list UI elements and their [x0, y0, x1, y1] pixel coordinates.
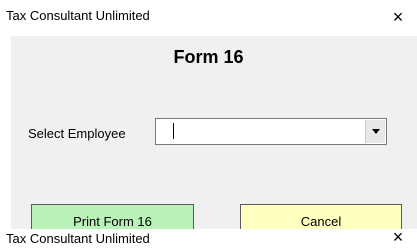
- form16-dialog: Tax Consultant Unlimited × Form 16 Selec…: [0, 0, 417, 230]
- close-icon[interactable]: ×: [385, 5, 411, 29]
- title-bar: Tax Consultant Unlimited ×: [0, 0, 417, 34]
- form-title: Form 16: [173, 47, 244, 67]
- second-window-title-bar: Tax Consultant Unlimited ×: [0, 227, 417, 248]
- dropdown-button[interactable]: [365, 120, 385, 143]
- second-window-title: Tax Consultant Unlimited: [6, 231, 150, 246]
- print-form16-button[interactable]: Print Form 16: [31, 204, 194, 230]
- cancel-button[interactable]: Cancel: [240, 204, 402, 230]
- employee-combobox[interactable]: [155, 118, 387, 145]
- window-title: Tax Consultant Unlimited: [6, 8, 150, 23]
- chevron-down-icon: [372, 129, 380, 134]
- close-icon[interactable]: ×: [385, 227, 411, 247]
- text-caret: [173, 123, 174, 139]
- select-employee-label: Select Employee: [28, 126, 126, 141]
